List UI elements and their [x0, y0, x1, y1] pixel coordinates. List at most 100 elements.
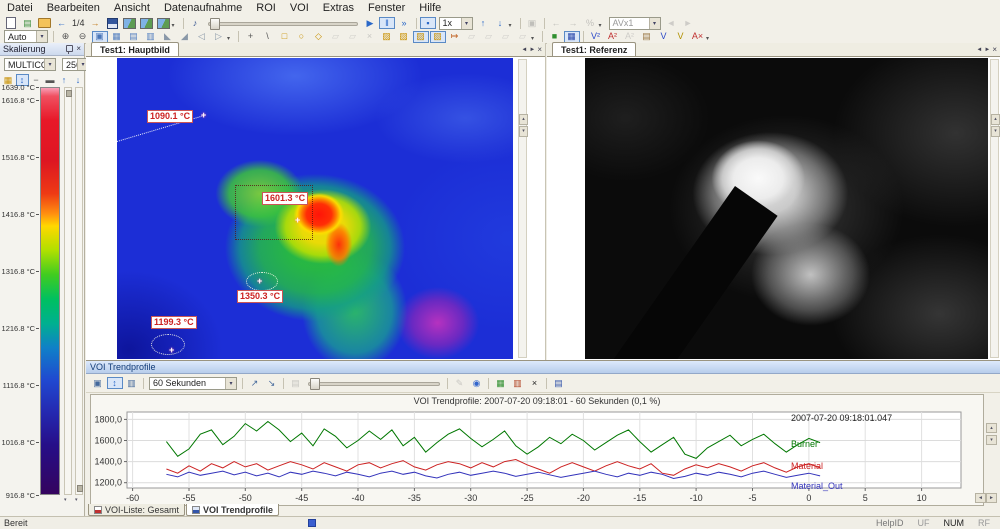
profile-add-button[interactable]: ↗	[247, 377, 263, 389]
rotate-right-button[interactable]: ◢	[177, 31, 193, 43]
tab-referenz[interactable]: Test1: Referenz	[552, 42, 636, 56]
seek-slider[interactable]	[208, 17, 358, 30]
tab-hauptbild[interactable]: Test1: Hauptbild	[91, 42, 179, 56]
fit-window-button[interactable]: ▣	[92, 31, 108, 43]
tab-scroll-right-icon[interactable]: ►	[529, 46, 535, 54]
roi-to-all-button[interactable]: ▨	[379, 31, 395, 43]
chart-scroll-up-button[interactable]: ▴	[986, 423, 997, 433]
roi-marker-icon[interactable]: +	[257, 277, 262, 285]
menu-bearbeiten[interactable]: Bearbeiten	[40, 2, 107, 14]
roi-marker-icon[interactable]: +	[295, 216, 300, 224]
roi-lock-button[interactable]: ▧	[430, 31, 446, 43]
view-tools-overflow[interactable]: ▾	[227, 30, 235, 43]
scroll-up-icon[interactable]: ▴	[519, 114, 528, 125]
new-chart-button[interactable]: ▤	[20, 17, 36, 29]
menu-datei[interactable]: Datei	[0, 2, 40, 14]
zoom-percent-button[interactable]: %	[582, 17, 598, 29]
slider-thumb[interactable]	[310, 378, 320, 390]
open-file-button[interactable]	[37, 17, 53, 29]
chart-scroll-down-button[interactable]: ▾	[986, 435, 997, 445]
pause-button[interactable]: ‖	[379, 17, 395, 29]
scale-down-button[interactable]: ↓	[72, 74, 85, 86]
menu-hilfe[interactable]: Hilfe	[412, 2, 448, 14]
roi-copy-button[interactable]: ▱	[328, 31, 344, 43]
history-overflow[interactable]: ▾	[599, 17, 607, 30]
scale-band-button[interactable]: ▬	[44, 74, 57, 86]
snapshot-button[interactable]	[138, 17, 154, 29]
voi-tool-4[interactable]: ▱	[515, 31, 531, 43]
scroll-down-icon[interactable]: ▾	[519, 126, 528, 137]
scale-slider-down-icon[interactable]: ▾	[75, 497, 78, 503]
voi-tool-2[interactable]: ▱	[481, 31, 497, 43]
temp-annotation[interactable]: 1601.3 °C	[262, 192, 308, 205]
trend-table-button[interactable]: ▦	[493, 377, 509, 389]
scale-mode-dropdown[interactable]: Auto▾	[4, 30, 48, 43]
voi-create-button[interactable]: V	[656, 31, 672, 43]
interval-dropdown[interactable]: 60 Sekunden▾	[149, 377, 237, 390]
layout-quad-button[interactable]: ▥	[143, 31, 159, 43]
roi-line-button[interactable]: \	[260, 31, 276, 43]
voi-delete-button[interactable]: A×	[690, 31, 706, 43]
pin-icon[interactable]	[66, 45, 73, 52]
trend-delete-button[interactable]: ×	[527, 377, 543, 389]
menu-datenaufnahme[interactable]: Datenaufnahme	[157, 2, 249, 14]
scale-max-slider[interactable]	[64, 87, 72, 495]
scale-slider-down-icon[interactable]: ▾	[64, 497, 67, 503]
trend-export-button[interactable]: ▥	[510, 377, 526, 389]
roi-export-button[interactable]: ↦	[447, 31, 463, 43]
temp-annotation[interactable]: 1350.3 °C	[237, 290, 283, 303]
menu-roi[interactable]: ROI	[249, 2, 283, 14]
trend-zoom-slider[interactable]	[308, 377, 440, 390]
scroll-down-icon[interactable]: ▾	[991, 126, 1000, 137]
thermal-image[interactable]: + 1090.1 °C 1601.3 °C + + 1350.3 °C 1199…	[117, 58, 513, 359]
fast-forward-button[interactable]: »	[396, 17, 412, 29]
roi-track-button[interactable]: ▨	[413, 31, 429, 43]
layout-single-button[interactable]: ▦	[109, 31, 125, 43]
roi-paste-button[interactable]: ▱	[345, 31, 361, 43]
print-trend-button[interactable]: ▤	[288, 377, 304, 389]
trend-report-button[interactable]: ▤	[551, 377, 567, 389]
scale-min-slider[interactable]	[75, 87, 83, 495]
profile-remove-button[interactable]: ↘	[264, 377, 280, 389]
voi-list-button[interactable]: V	[673, 31, 689, 43]
copy-trend-button[interactable]: ▣	[90, 377, 106, 389]
export-image-button[interactable]	[155, 17, 171, 29]
scroll-up-icon[interactable]: ▴	[991, 114, 1000, 125]
scale-up-button[interactable]: ↑	[58, 74, 71, 86]
slider-thumb[interactable]	[210, 18, 220, 30]
record-button[interactable]: ▪	[420, 17, 436, 29]
redo-button[interactable]: →	[565, 17, 581, 29]
roi-marker-icon[interactable]: +	[201, 111, 206, 119]
highlight-button[interactable]: ◉	[469, 377, 485, 389]
palette-dropdown[interactable]: MULTICOLOF ▾	[4, 58, 56, 71]
area-ref-button[interactable]: A²	[622, 31, 638, 43]
roi-import-button[interactable]: ▨	[396, 31, 412, 43]
analysis-overflow[interactable]: ▾	[706, 30, 714, 43]
next-frame-button[interactable]: →	[87, 17, 103, 29]
close-icon[interactable]: ×	[76, 45, 81, 53]
roi-move-button[interactable]: +	[243, 31, 259, 43]
roi-rect-button[interactable]: □	[277, 31, 293, 43]
ellipse-roi[interactable]	[151, 334, 185, 355]
fit-vertical-button[interactable]: ↕	[107, 377, 123, 389]
play-button[interactable]: ▶	[362, 17, 378, 29]
save-button[interactable]	[104, 17, 120, 29]
roi-tools-overflow[interactable]: ▾	[531, 30, 539, 43]
tab-voi-liste[interactable]: VOI-Liste: Gesamt	[88, 504, 185, 516]
chart-scroll-left-button[interactable]: ◄	[975, 493, 986, 503]
voi-tool-1[interactable]: ▱	[464, 31, 480, 43]
temp-annotation[interactable]: 1199.3 °C	[151, 316, 197, 329]
temp-annotation[interactable]: 1090.1 °C	[147, 110, 193, 123]
prev-frame-button[interactable]: ←	[54, 17, 70, 29]
loop-down-button[interactable]: ↓	[492, 17, 508, 29]
link-views-button[interactable]: ▣	[524, 17, 540, 29]
menu-voi[interactable]: VOI	[283, 2, 316, 14]
avi-source-dropdown[interactable]: AVx1▾	[609, 17, 661, 30]
audio-toggle-button[interactable]: ♪	[187, 17, 203, 29]
trend-zoom-button[interactable]: ▥	[124, 377, 140, 389]
value-squared-button[interactable]: V²	[588, 31, 604, 43]
tab-voi-trendprofile[interactable]: VOI Trendprofile	[186, 504, 279, 516]
roi-ellipse-button[interactable]: ○	[294, 31, 310, 43]
roi-polygon-button[interactable]: ◇	[311, 31, 327, 43]
pen-button[interactable]: ✎	[452, 377, 468, 389]
